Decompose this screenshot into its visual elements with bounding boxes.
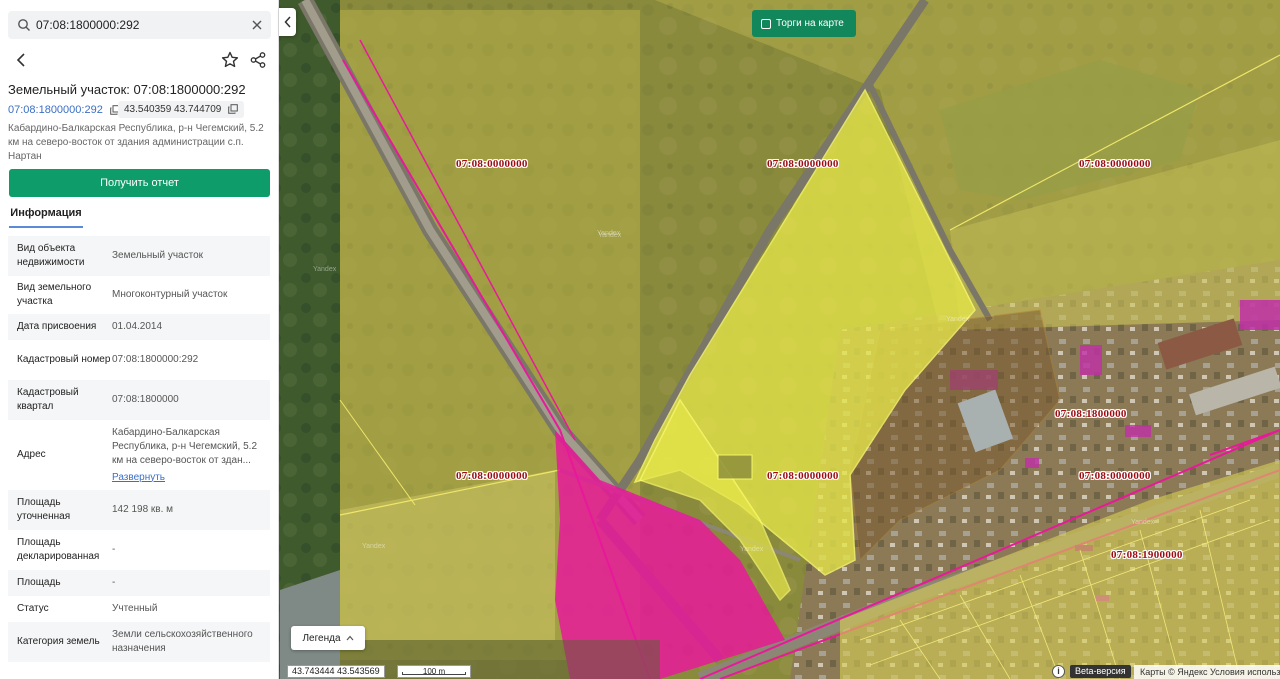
info-row: Дата присвоения 01.04.2014: [8, 314, 270, 340]
coordinates-chip[interactable]: 43.540359 43.744709: [118, 101, 245, 118]
tenders-on-map-toggle[interactable]: Торги на карте: [752, 10, 856, 37]
info-row-label: Вид объекта недвижимости: [17, 243, 85, 268]
legend-button[interactable]: Легенда: [291, 626, 365, 650]
beta-badge[interactable]: Beta-версия: [1070, 665, 1131, 678]
collapse-sidebar-button[interactable]: [279, 8, 296, 36]
cad-number-text[interactable]: 07:08:1800000:292: [8, 104, 103, 116]
info-row-value: 07:08:1800000: [112, 393, 270, 407]
map-watermark: Yandex: [946, 316, 970, 323]
info-row: Адрес Кабардино-Балкарская Республика, р-…: [8, 420, 270, 490]
info-row: Кадастровый номер 07:08:1800000:292: [8, 340, 270, 380]
close-icon[interactable]: [250, 18, 264, 32]
scale-line: [402, 672, 466, 675]
info-row-value-text: 142 198 кв. м: [112, 504, 174, 515]
coordinates-text: 43.540359 43.744709: [124, 104, 222, 115]
cadastral-quarter-label[interactable]: 07:08:0000000: [1079, 470, 1151, 482]
info-row: Вид земельного участка Многоконтурный уча…: [8, 276, 270, 314]
info-row-label: Дата присвоения: [17, 321, 97, 332]
info-row: Статус Учтенный: [8, 596, 270, 622]
info-row-value: 07:08:1800000:292: [112, 353, 270, 367]
cursor-coordinates: 43.743444 43.543569: [287, 665, 385, 678]
chevron-left-icon: [283, 16, 291, 28]
info-row-value-text: Земельный участок: [112, 250, 204, 261]
star-icon[interactable]: [220, 50, 240, 70]
get-report-button[interactable]: Получить отчет: [9, 169, 270, 197]
info-table: Вид объекта недвижимости Земельный участо…: [8, 236, 270, 662]
info-row-label: Адрес: [17, 449, 46, 460]
cad-number-link[interactable]: 07:08:1800000:292: [8, 104, 120, 116]
info-row-value-text: Кабардино-Балкарская Республика, р-н Чег…: [112, 426, 258, 466]
sidebar-panel: Земельный участок: 07:08:1800000:292 07:…: [0, 0, 279, 679]
cadastral-quarter-label[interactable]: 07:08:1900000: [1111, 549, 1183, 561]
object-address: Кабардино-Балкарская Республика, р-н Чег…: [8, 123, 264, 162]
info-row-label: Кадастровый квартал: [17, 387, 79, 412]
info-row-value-text: Земли сельскохозяйственного назначения: [112, 629, 253, 654]
info-icon[interactable]: i: [1052, 665, 1065, 678]
back-arrow-icon[interactable]: [12, 50, 32, 70]
info-row-value-text: Учтенный: [112, 603, 158, 614]
info-row-value-text: Многоконтурный участок: [112, 289, 228, 300]
tab-information[interactable]: Информация: [9, 204, 83, 228]
info-row-value: Учтенный: [112, 602, 270, 616]
info-row-value-text: 01.04.2014: [112, 321, 163, 332]
info-row-value: Многоконтурный участок: [112, 288, 270, 302]
checkbox-icon[interactable]: [761, 18, 771, 29]
map-watermark: Yandex: [313, 266, 337, 273]
info-row-value: Земельный участок: [112, 249, 270, 263]
info-row-value-text: -: [112, 577, 116, 588]
info-row-label: Статус: [17, 603, 49, 614]
info-row-value: 01.04.2014: [112, 320, 270, 334]
app-root: Земельный участок: 07:08:1800000:292 07:…: [0, 0, 1280, 679]
info-row: Площадь уточненная 142 198 кв. м: [8, 490, 270, 530]
info-row-value-text: 07:08:1800000: [112, 394, 179, 405]
info-row-value-text: -: [112, 544, 116, 555]
info-row: Кадастровый квартал 07:08:1800000: [8, 380, 270, 420]
tenders-label: Торги на карте: [776, 18, 844, 29]
info-row: Вид объекта недвижимости Земельный участо…: [8, 236, 270, 276]
info-row-value: -: [112, 543, 270, 557]
info-row-label: Площадь декларированная: [17, 537, 100, 562]
search-input[interactable]: [36, 11, 246, 39]
info-row: Площадь декларированная -: [8, 530, 270, 570]
map-watermark: Yandex: [1131, 519, 1155, 526]
share-icon[interactable]: [248, 50, 268, 70]
cadastral-quarter-label[interactable]: 07:08:0000000: [767, 470, 839, 482]
page-title: Земельный участок: 07:08:1800000:292: [8, 82, 246, 97]
info-row-value-text: 07:08:1800000:292: [112, 354, 199, 365]
legend-label: Легенда: [302, 632, 341, 644]
info-row-label: Площадь: [17, 577, 61, 588]
cadastral-quarter-label[interactable]: 07:08:1800000: [1055, 408, 1127, 420]
satellite-map[interactable]: [279, 0, 1280, 679]
info-row-label: Категория земель: [17, 636, 100, 647]
info-row-value: 142 198 кв. м: [112, 503, 270, 517]
map-watermark: Yandex: [598, 232, 622, 239]
map-watermark: Yandex: [362, 543, 386, 550]
expand-address-link[interactable]: Развернуть: [112, 471, 270, 485]
cadastral-quarter-label[interactable]: 07:08:0000000: [456, 470, 528, 482]
map-watermark: Yandex: [740, 546, 764, 553]
info-row-label: Вид земельного участка: [17, 282, 92, 307]
info-row: Площадь -: [8, 570, 270, 596]
copy-icon[interactable]: [228, 104, 238, 115]
info-row-label: Кадастровый номер: [17, 354, 111, 365]
info-row-value: Кабардино-Балкарская Республика, р-н Чег…: [112, 426, 270, 485]
cadastral-quarter-label[interactable]: 07:08:0000000: [456, 158, 528, 170]
map-canvas[interactable]: 07:08:0000000 07:08:0000000 07:08:0000000 0…: [279, 0, 1280, 679]
map-scale-bar: 100 m: [397, 665, 471, 678]
info-row-value: -: [112, 576, 270, 590]
map-copyright[interactable]: Карты © Яндекс Условия использования: [1134, 665, 1280, 679]
search-box[interactable]: [8, 11, 271, 39]
chevron-up-icon: [346, 635, 353, 641]
search-icon: [18, 19, 30, 31]
cadastral-quarter-label[interactable]: 07:08:0000000: [767, 158, 839, 170]
info-row-label: Площадь уточненная: [17, 497, 71, 522]
info-row-value: Земли сельскохозяйственного назначения: [112, 628, 270, 656]
info-row: Категория земель Земли сельскохозяйственн…: [8, 622, 270, 662]
cadastral-quarter-label[interactable]: 07:08:0000000: [1079, 158, 1151, 170]
